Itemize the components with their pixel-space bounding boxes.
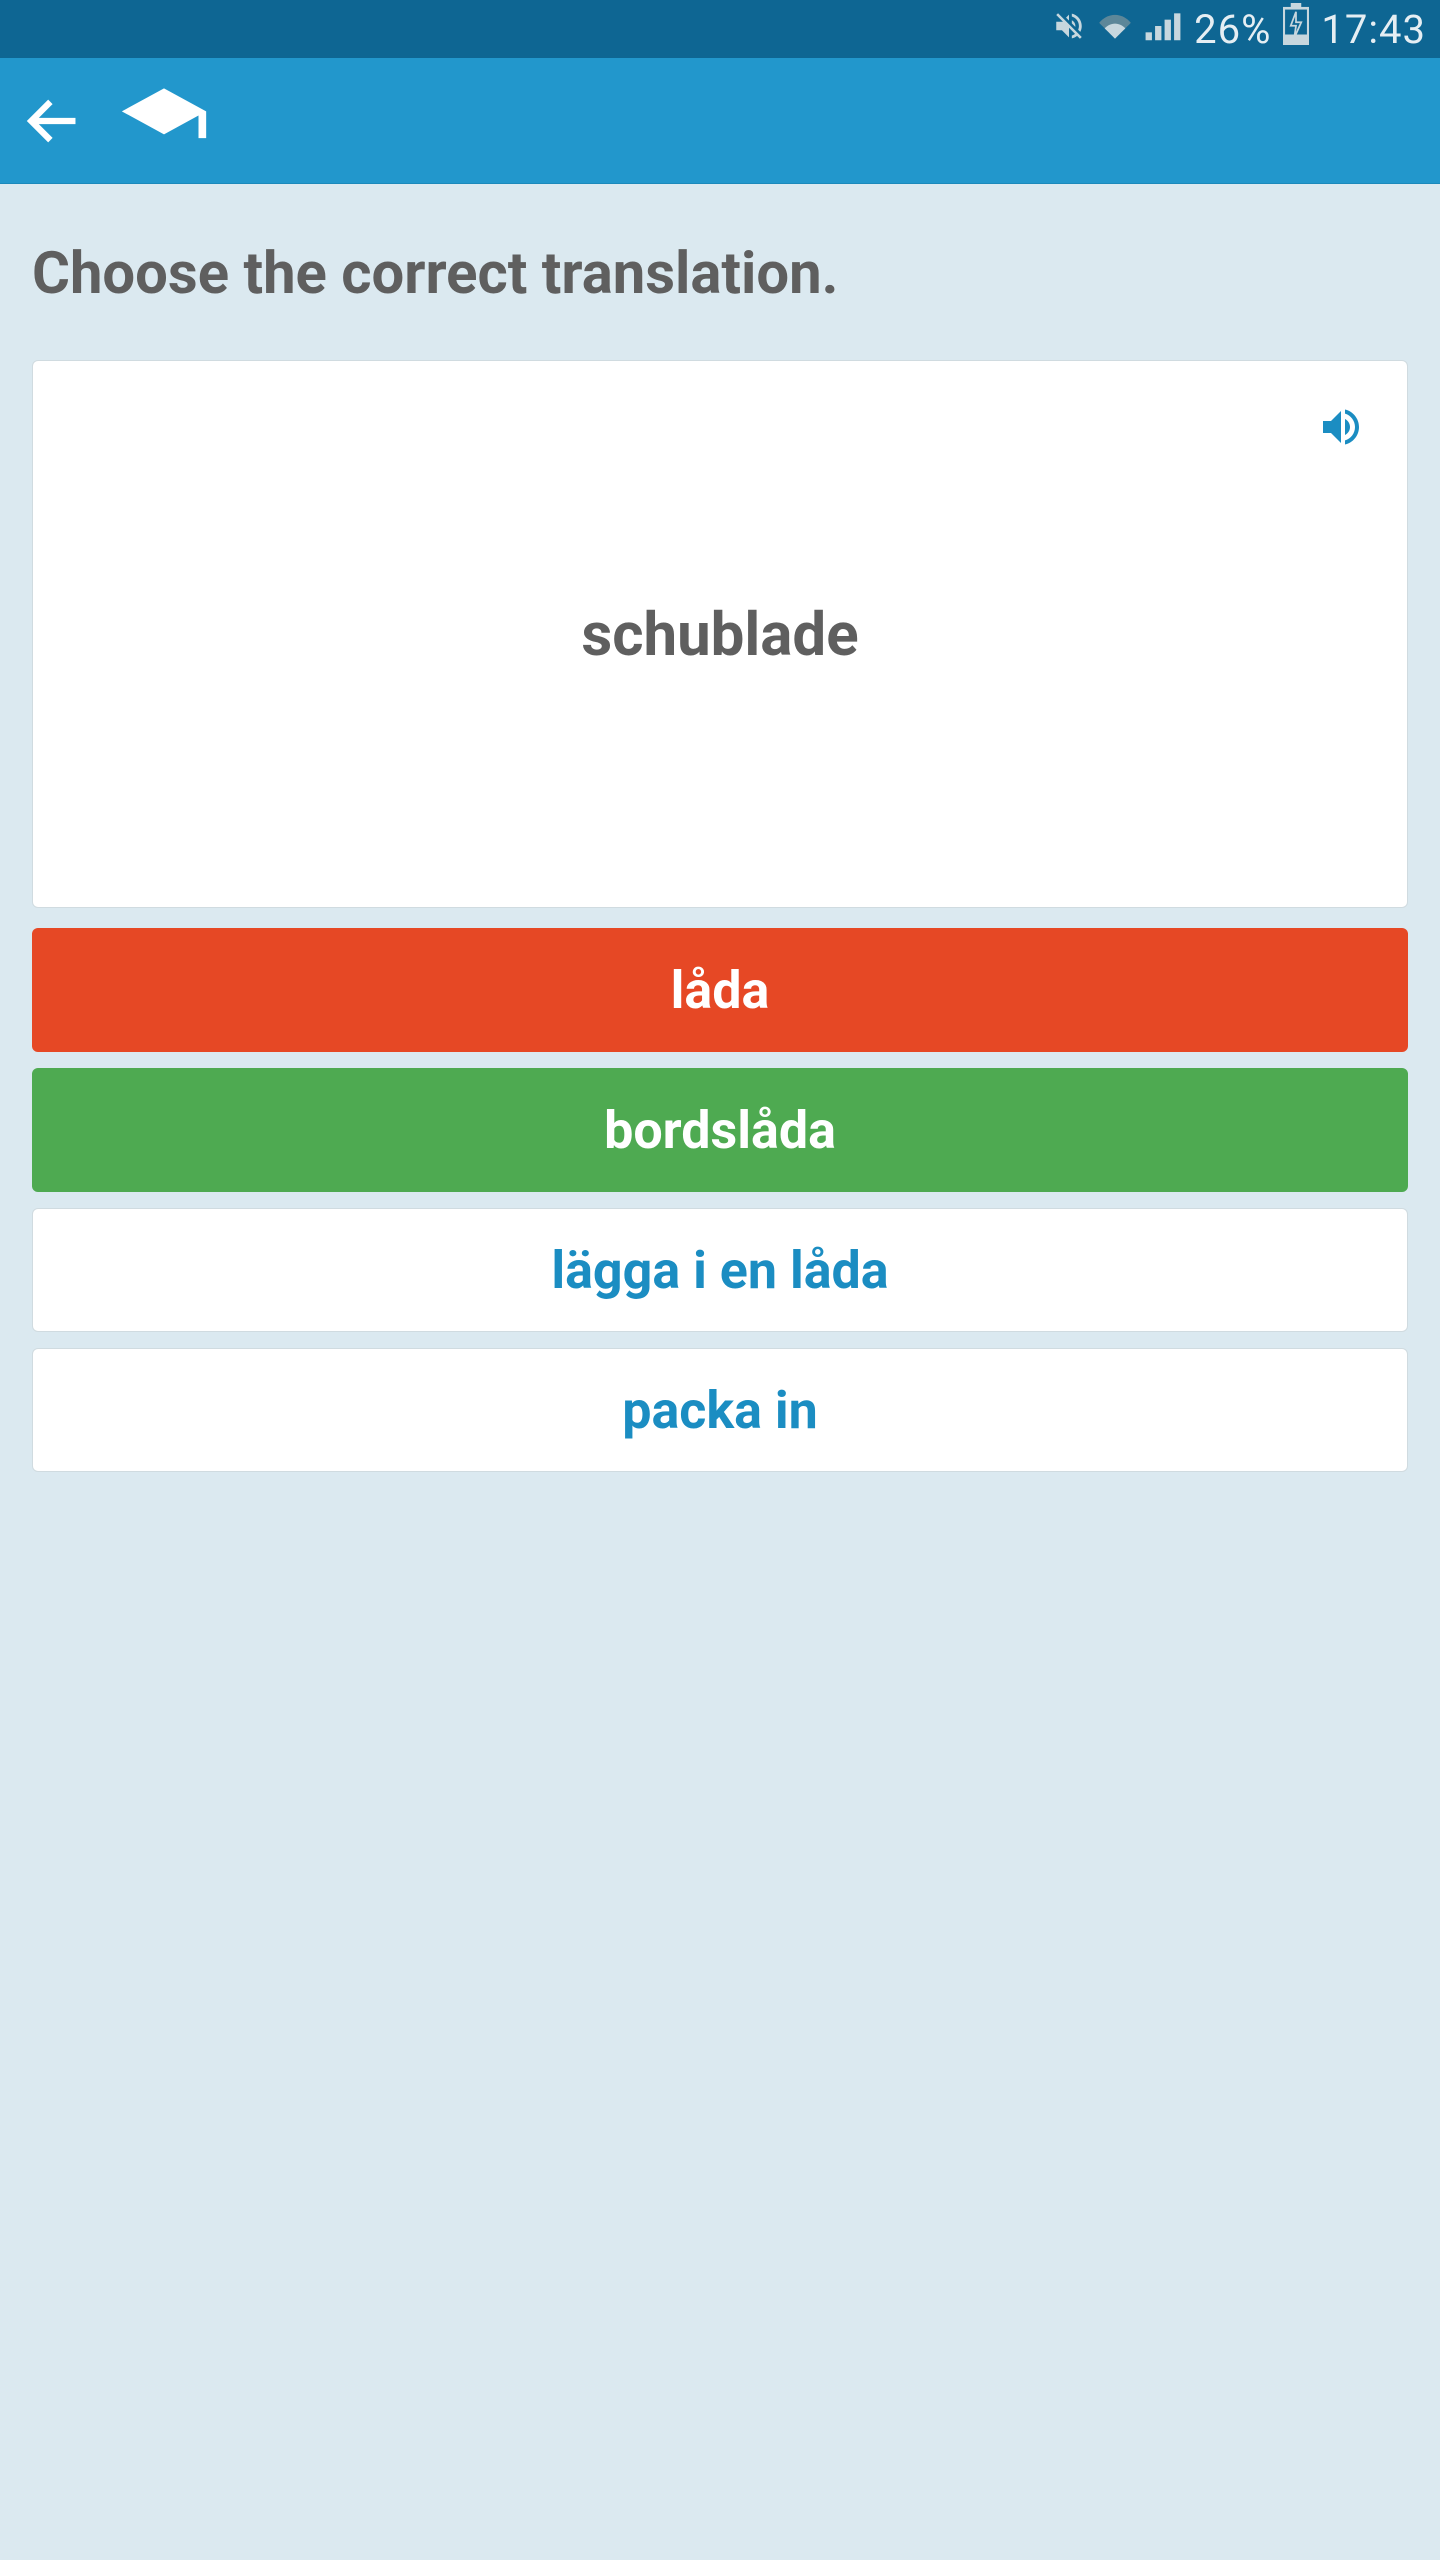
answer-label: bordslåda (604, 1100, 836, 1161)
status-clock: 17:43 (1321, 6, 1426, 53)
answer-option-3[interactable]: packa in (32, 1348, 1408, 1472)
mute-icon (1052, 6, 1086, 53)
answer-label: packa in (622, 1380, 818, 1441)
back-button[interactable] (24, 92, 82, 150)
cell-signal-icon (1144, 6, 1182, 53)
wifi-icon (1096, 6, 1134, 53)
word-text: schublade (581, 599, 858, 670)
word-card: schublade (32, 360, 1408, 908)
app-header (0, 58, 1440, 184)
answer-label: lägga i en låda (551, 1240, 888, 1301)
graduation-cap-icon (118, 84, 210, 158)
status-icons (1052, 6, 1182, 53)
answer-option-0[interactable]: låda (32, 928, 1408, 1052)
main-content: Choose the correct translation. schublad… (0, 184, 1440, 1518)
answer-option-1[interactable]: bordslåda (32, 1068, 1408, 1192)
status-bar: 26% 17:43 (0, 0, 1440, 58)
battery-percent: 26% (1194, 6, 1271, 53)
battery-charging-icon (1283, 3, 1309, 55)
answer-option-2[interactable]: lägga i en låda (32, 1208, 1408, 1332)
answer-label: låda (671, 960, 770, 1021)
prompt-text: Choose the correct translation. (32, 240, 1408, 308)
sound-button[interactable] (1317, 403, 1365, 455)
